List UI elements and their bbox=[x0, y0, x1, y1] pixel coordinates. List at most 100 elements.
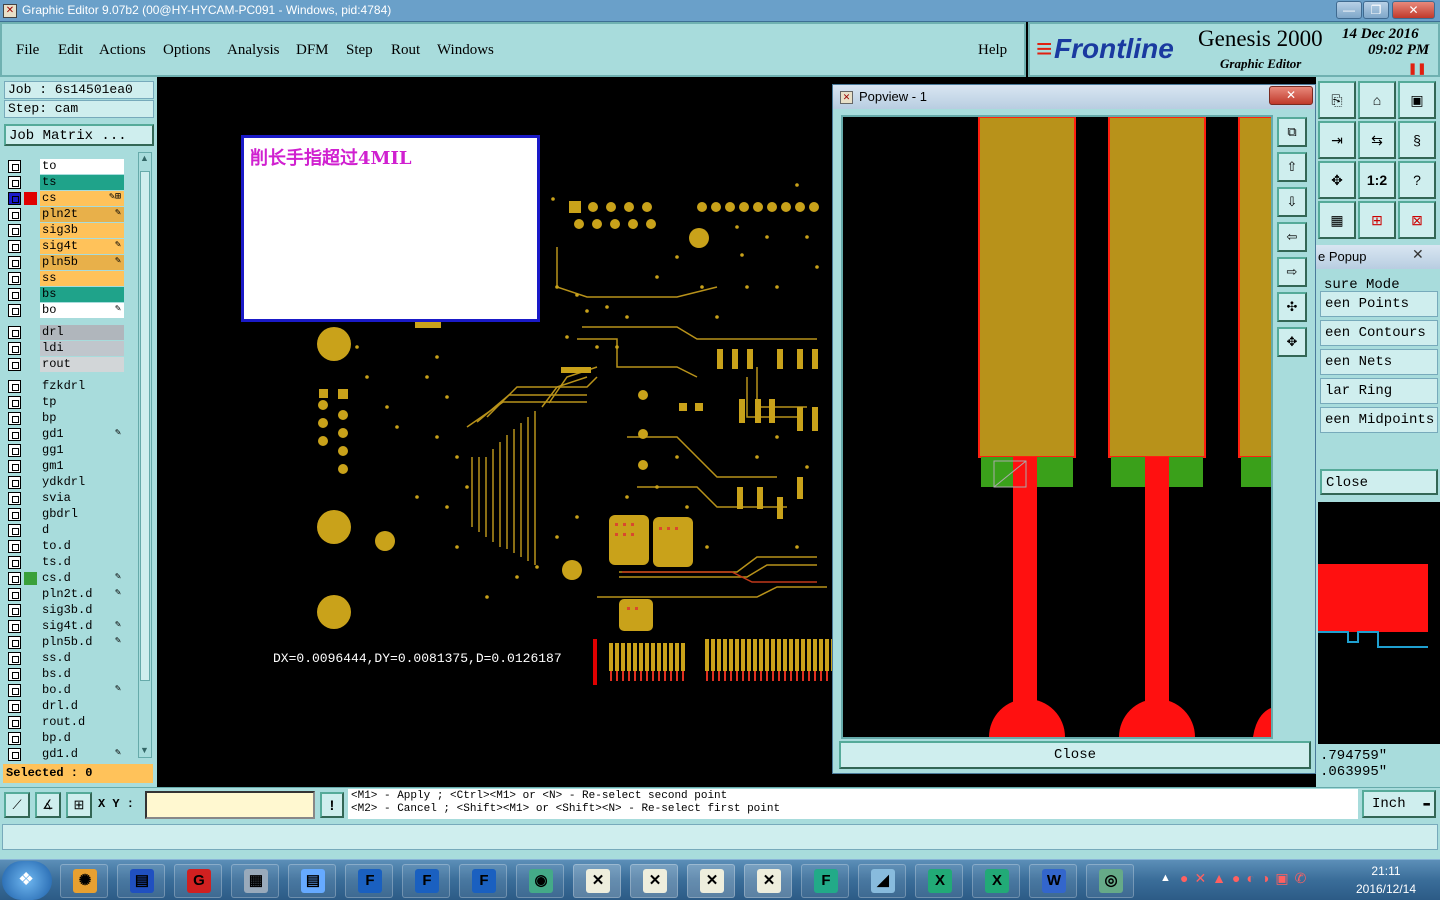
layer-name[interactable]: gd1 ✎ bbox=[40, 427, 124, 442]
layer-checkbox[interactable] bbox=[8, 668, 21, 681]
layer-checkbox[interactable] bbox=[8, 412, 21, 425]
layer-row-ss[interactable]: ss bbox=[8, 271, 124, 286]
popview-close-icon[interactable]: ✕ bbox=[1269, 86, 1313, 105]
import-icon[interactable]: ⇥ bbox=[1318, 121, 1356, 159]
layer-row-fzkdrl[interactable]: fzkdrl bbox=[8, 379, 124, 394]
layer-name[interactable]: d bbox=[40, 523, 124, 538]
layer-row-cs[interactable]: cs ✎⊞ bbox=[8, 191, 124, 206]
word-icon[interactable]: W bbox=[1029, 864, 1077, 898]
layer-checkbox[interactable] bbox=[8, 636, 21, 649]
layer-name[interactable]: gd1.d ✎ bbox=[40, 747, 124, 762]
menu-edit[interactable]: Edit bbox=[58, 42, 83, 59]
layer-name[interactable]: rout.d bbox=[40, 715, 124, 730]
layer-name[interactable]: rout bbox=[40, 357, 124, 372]
layer-checkbox[interactable] bbox=[8, 524, 21, 537]
layer-row-pln2t-d[interactable]: pln2t.d ✎ bbox=[8, 587, 124, 602]
layer-name[interactable]: drl bbox=[40, 325, 124, 340]
menu-help[interactable]: Help bbox=[978, 42, 1007, 59]
layer-row-ss-d[interactable]: ss.d bbox=[8, 651, 124, 666]
layer-checkbox[interactable] bbox=[8, 556, 21, 569]
between-points-option[interactable]: een Points bbox=[1320, 291, 1438, 317]
snap-icon[interactable]: § bbox=[1398, 121, 1436, 159]
scroll-thumb[interactable] bbox=[140, 171, 150, 681]
layer-name[interactable]: pln5b ✎ bbox=[40, 255, 124, 270]
network-icon[interactable]: ◎ bbox=[1086, 864, 1134, 898]
scroll-down-icon[interactable]: ▼ bbox=[140, 745, 150, 755]
layer-checkbox[interactable] bbox=[8, 224, 21, 237]
layer-row-pln2t[interactable]: pln2t ✎ bbox=[8, 207, 124, 222]
layer-row-tp[interactable]: tp bbox=[8, 395, 124, 410]
genesis-icon-3[interactable]: F bbox=[459, 864, 507, 898]
layer-checkbox[interactable] bbox=[8, 358, 21, 371]
excel-icon-1[interactable]: X bbox=[915, 864, 963, 898]
layer-checkbox[interactable] bbox=[8, 444, 21, 457]
layer-row-svia[interactable]: svia bbox=[8, 491, 124, 506]
layer-name[interactable]: bs.d bbox=[40, 667, 124, 682]
layer-name[interactable]: fzkdrl bbox=[40, 379, 124, 394]
scroll-up-icon[interactable]: ▲ bbox=[140, 153, 150, 163]
layer-row-bp[interactable]: bp bbox=[8, 411, 124, 426]
graphic-editor-icon-2[interactable]: ✕ bbox=[630, 864, 678, 898]
popview-zoom-in-icon[interactable]: ✣ bbox=[1277, 292, 1307, 322]
one-to-two-icon[interactable]: 1:2 bbox=[1358, 161, 1396, 199]
layer-checkbox[interactable] bbox=[8, 492, 21, 505]
layer-checkbox[interactable] bbox=[8, 700, 21, 713]
layer-name[interactable]: pln2t.d ✎ bbox=[40, 587, 124, 602]
menu-dfm[interactable]: DFM bbox=[296, 42, 329, 59]
measure-popup-close-icon[interactable]: ✕ bbox=[1412, 246, 1424, 263]
layer-name[interactable]: ts.d bbox=[40, 555, 124, 570]
notepad-icon[interactable]: ▤ bbox=[288, 864, 336, 898]
layer-name[interactable]: to bbox=[40, 159, 124, 174]
layer-row-bp-d[interactable]: bp.d bbox=[8, 731, 124, 746]
layer-color-swatch[interactable] bbox=[24, 572, 37, 585]
layer-name[interactable]: svia bbox=[40, 491, 124, 506]
warning-icon[interactable]: ! bbox=[320, 792, 344, 818]
shell-icon[interactable]: ✺ bbox=[60, 864, 108, 898]
layer-name[interactable]: bo.d ✎ bbox=[40, 683, 124, 698]
graphic-editor-icon-1[interactable]: ✕ bbox=[573, 864, 621, 898]
layer-name[interactable]: gg1 bbox=[40, 443, 124, 458]
between-contours-option[interactable]: een Contours bbox=[1320, 320, 1438, 346]
menu-windows[interactable]: Windows bbox=[437, 42, 494, 59]
popview-pan-right-icon[interactable]: ⇨ bbox=[1277, 257, 1307, 287]
layer-name[interactable]: ydkdrl bbox=[40, 475, 124, 490]
layer-row-ts[interactable]: ts bbox=[8, 175, 124, 190]
window-icon[interactable]: ▣ bbox=[1398, 81, 1436, 119]
layer-row-bo[interactable]: bo ✎ bbox=[8, 303, 124, 318]
tray-expand-icon[interactable]: ▲ bbox=[1160, 872, 1171, 884]
genesis-icon-2[interactable]: F bbox=[402, 864, 450, 898]
layer-checkbox[interactable] bbox=[8, 160, 21, 173]
save-icon[interactable]: ▤ bbox=[117, 864, 165, 898]
layer-row-gbdrl[interactable]: gbdrl bbox=[8, 507, 124, 522]
pdf-icon[interactable]: G bbox=[174, 864, 222, 898]
layer-checkbox[interactable] bbox=[8, 326, 21, 339]
layer-name[interactable]: bp.d bbox=[40, 731, 124, 746]
layer-name[interactable]: to.d bbox=[40, 539, 124, 554]
layer-row-to[interactable]: to bbox=[8, 159, 124, 174]
layer-checkbox[interactable] bbox=[8, 748, 21, 761]
layer-name[interactable]: pln5b.d ✎ bbox=[40, 635, 124, 650]
layer-row-d[interactable]: d bbox=[8, 523, 124, 538]
layer-name[interactable]: ss.d bbox=[40, 651, 124, 666]
between-midpoints-option[interactable]: een Midpoints bbox=[1320, 407, 1438, 433]
layer-checkbox[interactable] bbox=[8, 396, 21, 409]
layer-name[interactable]: bp bbox=[40, 411, 124, 426]
layer-row-ldi[interactable]: ldi bbox=[8, 341, 124, 356]
layer-checkbox[interactable] bbox=[8, 256, 21, 269]
between-nets-option[interactable]: een Nets bbox=[1320, 349, 1438, 375]
layer-checkbox[interactable] bbox=[8, 508, 21, 521]
layer-row-sig3b[interactable]: sig3b bbox=[8, 223, 124, 238]
layer-checkbox[interactable] bbox=[8, 240, 21, 253]
home-icon[interactable]: ⌂ bbox=[1358, 81, 1396, 119]
mirror-icon[interactable]: ⇆ bbox=[1358, 121, 1396, 159]
units-selector[interactable]: Inch ▬ bbox=[1362, 790, 1436, 818]
frontline-f-icon[interactable]: F bbox=[801, 864, 849, 898]
net-compare-icon[interactable]: ⊠ bbox=[1398, 201, 1436, 239]
layer-name[interactable]: gm1 bbox=[40, 459, 124, 474]
layer-row-ydkdrl[interactable]: ydkdrl bbox=[8, 475, 124, 490]
layer-checkbox[interactable] bbox=[8, 620, 21, 633]
layer-list-scrollbar[interactable]: ▲ ▼ bbox=[138, 152, 152, 758]
excel-icon-2[interactable]: X bbox=[972, 864, 1020, 898]
layer-name[interactable]: ss bbox=[40, 271, 124, 286]
layer-row-rout-d[interactable]: rout.d bbox=[8, 715, 124, 730]
